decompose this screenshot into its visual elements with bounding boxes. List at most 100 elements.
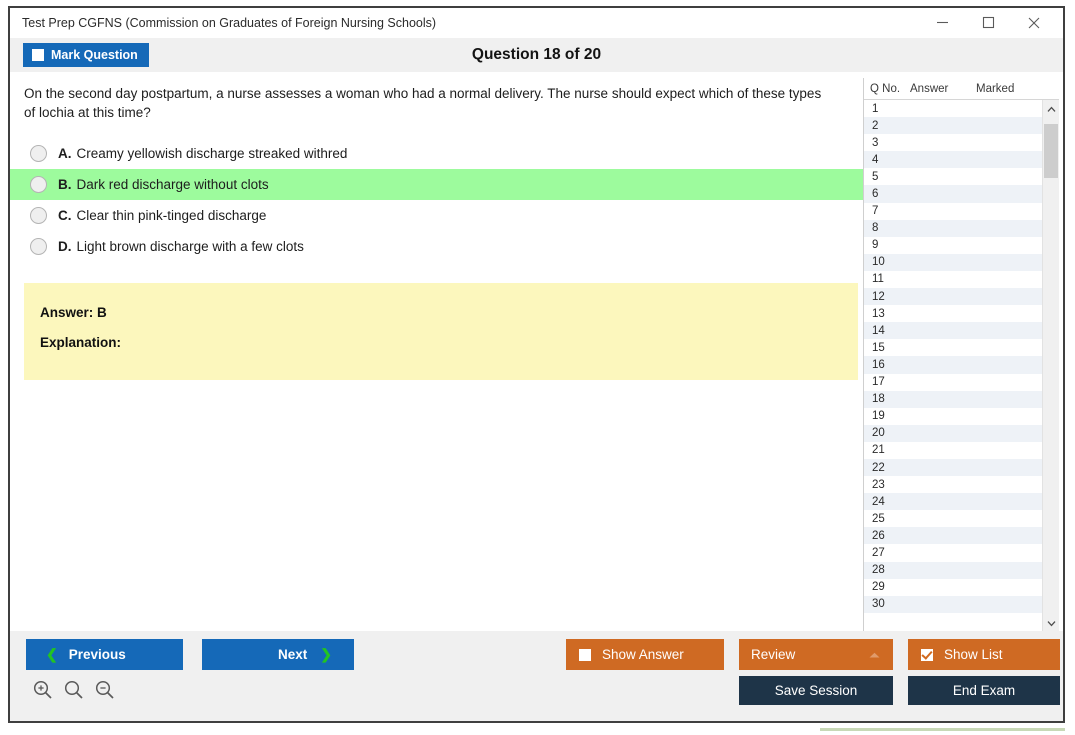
scroll-up-button[interactable] xyxy=(1043,100,1059,117)
option-row-d[interactable]: D. Light brown discharge with a few clot… xyxy=(10,231,863,262)
radio-icon-c[interactable] xyxy=(30,207,47,225)
row-question-number: 28 xyxy=(872,564,885,577)
row-question-number: 3 xyxy=(872,136,879,149)
option-text-c: Clear thin pink-tinged discharge xyxy=(76,208,267,224)
option-letter-a: A. xyxy=(58,146,72,162)
row-question-number: 24 xyxy=(872,495,885,508)
question-list-row[interactable]: 24 xyxy=(864,493,1042,511)
end-exam-label: End Exam xyxy=(952,683,1016,698)
row-question-number: 13 xyxy=(872,307,885,320)
option-row-a[interactable]: A. Creamy yellowish discharge streaked w… xyxy=(10,138,863,169)
option-text-b: Dark red discharge without clots xyxy=(76,177,269,193)
question-list-header: Q No. Answer Marked xyxy=(864,78,1059,100)
question-list-row[interactable]: 17 xyxy=(864,373,1042,391)
row-question-number: 20 xyxy=(872,427,885,440)
question-list-row[interactable]: 30 xyxy=(864,595,1042,613)
question-list-row[interactable]: 5 xyxy=(864,168,1042,186)
row-question-number: 29 xyxy=(872,581,885,594)
question-list-row[interactable]: 21 xyxy=(864,441,1042,459)
question-list-row[interactable]: 12 xyxy=(864,288,1042,306)
minimize-button[interactable] xyxy=(919,8,965,38)
question-list-row[interactable]: 23 xyxy=(864,476,1042,494)
scrollbar-thumb[interactable] xyxy=(1044,124,1058,178)
app-root: Test Prep CGFNS (Commission on Graduates… xyxy=(0,0,1075,735)
option-row-b[interactable]: B. Dark red discharge without clots xyxy=(10,169,863,201)
zoom-in-icon[interactable] xyxy=(32,679,53,705)
question-list-scrollbar[interactable] xyxy=(1042,100,1059,631)
application-window: Test Prep CGFNS (Commission on Graduates… xyxy=(8,6,1065,723)
answer-options-list: A. Creamy yellowish discharge streaked w… xyxy=(10,138,863,262)
question-list-row[interactable]: 25 xyxy=(864,510,1042,528)
question-list-row[interactable]: 22 xyxy=(864,458,1042,477)
row-question-number: 18 xyxy=(872,393,885,406)
close-icon xyxy=(1027,16,1041,30)
row-question-number: 30 xyxy=(872,598,885,611)
question-list-row[interactable]: 6 xyxy=(864,185,1042,203)
row-question-number: 25 xyxy=(872,512,885,525)
close-button[interactable] xyxy=(1011,8,1057,38)
maximize-button[interactable] xyxy=(965,8,1011,38)
option-letter-d: D. xyxy=(58,239,72,255)
decorative-bottom-line xyxy=(820,728,1065,731)
window-title: Test Prep CGFNS (Commission on Graduates… xyxy=(22,15,437,30)
question-list-row[interactable]: 13 xyxy=(864,305,1042,323)
option-text-d: Light brown discharge with a few clots xyxy=(76,239,304,255)
question-list-row[interactable]: 19 xyxy=(864,407,1042,425)
header-bar: Mark Question Question 18 of 20 xyxy=(10,38,1063,72)
option-row-c[interactable]: C. Clear thin pink-tinged discharge xyxy=(10,200,863,231)
chevron-up-icon xyxy=(1047,100,1056,118)
show-answer-button[interactable]: Show Answer xyxy=(566,639,724,670)
row-question-number: 22 xyxy=(872,461,885,474)
question-list-row[interactable]: 16 xyxy=(864,356,1042,374)
show-list-button[interactable]: Show List xyxy=(908,639,1060,670)
question-list-row[interactable]: 9 xyxy=(864,236,1042,254)
question-list-row[interactable]: 14 xyxy=(864,322,1042,340)
zoom-controls xyxy=(32,679,115,705)
zoom-out-icon[interactable] xyxy=(94,679,115,705)
question-list-body[interactable]: 1 2 3 4 5 6 7 8 9 10 11 12 13 14 15 16 17 18 19 20 21 22 23 24 2… xyxy=(864,100,1059,631)
question-list-row[interactable]: 26 xyxy=(864,527,1042,545)
row-question-number: 14 xyxy=(872,324,885,337)
chevron-right-icon: ❯ xyxy=(320,646,332,662)
question-text: On the second day postpartum, a nurse as… xyxy=(24,86,822,120)
question-list-row[interactable]: 4 xyxy=(864,151,1042,169)
row-question-number: 21 xyxy=(872,444,885,457)
end-exam-button[interactable]: End Exam xyxy=(908,676,1060,705)
row-question-number: 27 xyxy=(872,546,885,559)
page-title: Question 18 of 20 xyxy=(471,46,602,63)
maximize-icon xyxy=(982,16,995,29)
row-question-number: 2 xyxy=(872,119,879,132)
radio-icon-d[interactable] xyxy=(30,238,47,256)
mark-question-button[interactable]: Mark Question xyxy=(23,43,149,67)
row-question-number: 8 xyxy=(872,222,879,235)
question-list-row[interactable]: 3 xyxy=(864,134,1042,152)
row-question-number: 11 xyxy=(872,273,884,286)
answer-line: Answer: B xyxy=(40,305,107,321)
question-list-row[interactable]: 2 xyxy=(864,117,1042,135)
save-session-button[interactable]: Save Session xyxy=(739,676,893,705)
zoom-reset-icon[interactable] xyxy=(63,679,84,705)
radio-icon-b[interactable] xyxy=(30,176,47,194)
next-button[interactable]: Next ❯ xyxy=(202,639,354,670)
question-list-row[interactable]: 8 xyxy=(864,219,1042,237)
option-letter-c: C. xyxy=(58,208,72,224)
row-question-number: 7 xyxy=(872,205,879,218)
question-list-row[interactable]: 18 xyxy=(864,390,1042,408)
question-list-row[interactable]: 10 xyxy=(864,253,1042,271)
previous-button[interactable]: ❮ Previous xyxy=(26,639,183,670)
minimize-icon xyxy=(936,16,949,29)
question-list-row[interactable]: 29 xyxy=(864,578,1042,596)
scroll-down-button[interactable] xyxy=(1043,614,1059,631)
radio-icon-a[interactable] xyxy=(30,145,47,163)
question-list-row[interactable]: 11 xyxy=(864,270,1042,289)
question-list-row[interactable]: 7 xyxy=(864,202,1042,220)
question-list-row[interactable]: 15 xyxy=(864,339,1042,357)
question-list-row[interactable]: 28 xyxy=(864,561,1042,579)
question-list-row[interactable]: 1 xyxy=(864,100,1042,118)
question-list-row[interactable]: 20 xyxy=(864,424,1042,442)
row-question-number: 15 xyxy=(872,341,885,354)
review-dropdown-button[interactable]: Review xyxy=(739,639,893,670)
next-label: Next xyxy=(278,647,308,662)
question-list-row[interactable]: 27 xyxy=(864,544,1042,562)
answer-explanation-panel: Answer: B Explanation: xyxy=(24,283,858,381)
